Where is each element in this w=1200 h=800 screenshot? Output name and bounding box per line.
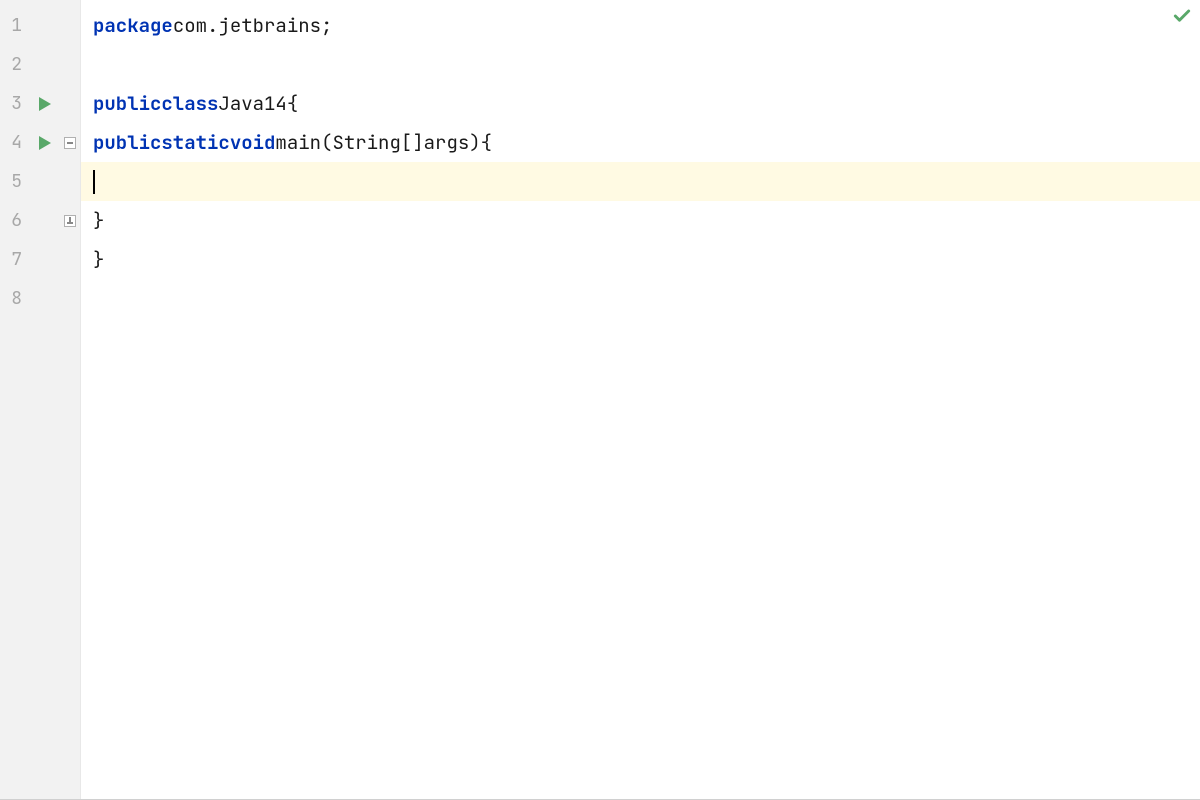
gutter: 1 2 3 4 5 6 7 8	[0, 0, 81, 799]
keyword-public: public	[93, 130, 161, 155]
keyword-void: void	[230, 130, 276, 155]
keyword-static: static	[161, 130, 229, 155]
brace-close: }	[93, 208, 104, 233]
paren-open: (	[321, 130, 332, 155]
semicolon: ;	[321, 13, 332, 38]
code-line-5	[81, 162, 1200, 201]
method-name: main	[275, 130, 321, 155]
brace-close: }	[93, 247, 104, 272]
code-text-area[interactable]: package com.jetbrains; public class Java…	[81, 0, 1200, 799]
fold-cell	[60, 6, 80, 45]
fold-cell	[60, 45, 80, 84]
gutter-icon-cell	[30, 45, 60, 84]
class-name: Java14	[218, 91, 286, 116]
line-number[interactable]: 4	[0, 123, 30, 162]
line-number[interactable]: 1	[0, 6, 30, 45]
fold-end-icon[interactable]	[64, 215, 76, 227]
gutter-icon-cell	[30, 201, 60, 240]
param-name: args	[424, 130, 470, 155]
fold-cell	[60, 162, 80, 201]
code-line-7: }	[81, 240, 1200, 279]
gutter-icon-cell	[30, 279, 60, 318]
line-number[interactable]: 5	[0, 162, 30, 201]
fold-cell	[60, 240, 80, 279]
param-type: String[]	[332, 130, 423, 155]
gutter-icon-cell	[30, 84, 60, 123]
fold-cell	[60, 123, 80, 162]
brace-open: {	[287, 91, 298, 116]
line-number[interactable]: 7	[0, 240, 30, 279]
fold-column	[60, 0, 80, 799]
keyword-class: class	[161, 91, 218, 116]
fold-cell	[60, 201, 80, 240]
run-icon[interactable]	[39, 97, 51, 111]
gutter-icons-column	[30, 0, 60, 799]
inspection-status-icon[interactable]	[1172, 6, 1192, 32]
package-name: com.jetbrains	[173, 13, 321, 38]
run-icon[interactable]	[39, 136, 51, 150]
line-number[interactable]: 3	[0, 84, 30, 123]
gutter-icon-cell	[30, 240, 60, 279]
fold-collapse-icon[interactable]	[64, 137, 76, 149]
gutter-icon-cell	[30, 162, 60, 201]
code-line-3: public class Java14 {	[81, 84, 1200, 123]
code-editor: 1 2 3 4 5 6 7 8	[0, 0, 1200, 800]
line-numbers-column: 1 2 3 4 5 6 7 8	[0, 0, 30, 799]
line-number[interactable]: 2	[0, 45, 30, 84]
line-number[interactable]: 6	[0, 201, 30, 240]
paren-close: )	[469, 130, 480, 155]
code-line-2	[81, 45, 1200, 84]
fold-cell	[60, 84, 80, 123]
fold-cell	[60, 279, 80, 318]
text-caret	[93, 170, 95, 194]
brace-open: {	[481, 130, 492, 155]
gutter-icon-cell	[30, 6, 60, 45]
keyword-public: public	[93, 91, 161, 116]
code-line-8	[81, 279, 1200, 318]
code-line-6: }	[81, 201, 1200, 240]
gutter-icon-cell	[30, 123, 60, 162]
code-line-1: package com.jetbrains;	[81, 6, 1200, 45]
line-number[interactable]: 8	[0, 279, 30, 318]
keyword-package: package	[93, 13, 173, 38]
code-line-4: public static void main(String[] args) {	[81, 123, 1200, 162]
